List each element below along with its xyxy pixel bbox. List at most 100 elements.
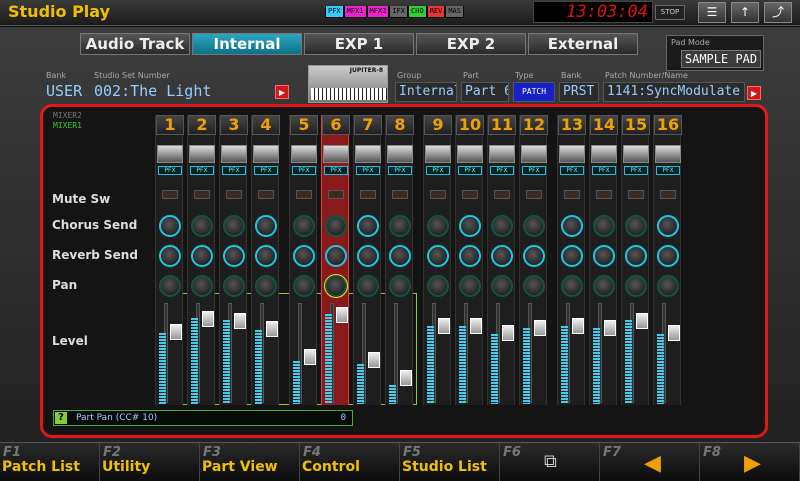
pfx-button[interactable]: PFX xyxy=(426,166,450,175)
chorus-send-knob[interactable] xyxy=(427,215,449,237)
level-fader-knob[interactable] xyxy=(400,370,412,386)
channel-strip-11[interactable]: 11 PFX xyxy=(487,115,516,405)
f4-control-button[interactable]: F4 Control xyxy=(300,442,400,481)
pan-knob[interactable] xyxy=(523,275,545,297)
pfx-button[interactable]: PFX xyxy=(356,166,380,175)
channel-strip-5[interactable]: 5 PFX xyxy=(289,115,318,405)
chorus-send-knob[interactable] xyxy=(657,215,679,237)
chorus-send-knob[interactable] xyxy=(191,215,213,237)
channel-number[interactable]: 1 xyxy=(156,115,184,135)
mute-switch[interactable] xyxy=(628,190,644,199)
patch-thumbnail[interactable] xyxy=(253,145,279,163)
reverb-send-knob[interactable] xyxy=(625,245,647,267)
channel-number[interactable]: 8 xyxy=(386,115,414,135)
channel-strip-10[interactable]: 10 PFX xyxy=(455,115,484,405)
channel-strip-3[interactable]: 3 PFX xyxy=(219,115,248,405)
pfx-button[interactable]: PFX xyxy=(560,166,584,175)
studio-set-value[interactable]: 002:The Light xyxy=(94,81,211,101)
chorus-send-knob[interactable] xyxy=(389,215,411,237)
channel-strip-2[interactable]: 2 PFX xyxy=(187,115,216,405)
pfx-button[interactable]: PFX xyxy=(656,166,680,175)
channel-number[interactable]: 15 xyxy=(622,115,650,135)
pan-knob[interactable] xyxy=(389,275,411,297)
level-fader-knob[interactable] xyxy=(368,352,380,368)
patch-thumbnail[interactable] xyxy=(189,145,215,163)
chorus-send-knob[interactable] xyxy=(459,215,481,237)
channel-strip-13[interactable]: 13 PFX xyxy=(557,115,586,405)
patch-thumbnail[interactable] xyxy=(323,145,349,163)
f7-prev-button[interactable]: F7 ◀ xyxy=(600,442,700,481)
pan-knob[interactable] xyxy=(625,275,647,297)
chorus-send-knob[interactable] xyxy=(223,215,245,237)
channel-strip-4[interactable]: 4 PFX xyxy=(251,115,280,405)
channel-number[interactable]: 5 xyxy=(290,115,318,135)
channel-strip-9[interactable]: 9 PFX xyxy=(423,115,452,405)
channel-strip-12[interactable]: 12 PFX xyxy=(519,115,548,405)
pan-knob[interactable] xyxy=(159,275,181,297)
pad-mode-value[interactable]: SAMPLE PAD xyxy=(681,50,761,68)
export-icon[interactable]: ⤴ xyxy=(764,2,792,23)
reverb-send-knob[interactable] xyxy=(561,245,583,267)
pan-knob[interactable] xyxy=(593,275,615,297)
patch-thumbnail[interactable] xyxy=(157,145,183,163)
level-fader-knob[interactable] xyxy=(534,320,546,336)
pfx-button[interactable]: PFX xyxy=(254,166,278,175)
mixer2-label[interactable]: MIXER2 xyxy=(53,111,82,120)
pfx-button[interactable]: PFX xyxy=(490,166,514,175)
level-fader-knob[interactable] xyxy=(502,325,514,341)
channel-number[interactable]: 10 xyxy=(456,115,484,135)
level-fader-knob[interactable] xyxy=(170,324,182,340)
pfx-button[interactable]: PFX xyxy=(158,166,182,175)
mute-switch[interactable] xyxy=(162,190,178,199)
f3-part-view-button[interactable]: F3 Part View xyxy=(200,442,300,481)
pan-knob[interactable] xyxy=(293,275,315,297)
group-value[interactable]: Internal xyxy=(395,82,457,102)
pan-knob[interactable] xyxy=(427,275,449,297)
patch-value[interactable]: 1141:SyncModulate 3 xyxy=(603,82,745,102)
patch-thumbnail[interactable] xyxy=(623,145,649,163)
part-value[interactable]: Part 6 xyxy=(461,82,509,102)
reverb-send-knob[interactable] xyxy=(427,245,449,267)
mute-switch[interactable] xyxy=(328,190,344,199)
reverb-send-knob[interactable] xyxy=(325,245,347,267)
chorus-send-knob[interactable] xyxy=(593,215,615,237)
pfx-button[interactable]: PFX xyxy=(292,166,316,175)
chorus-send-knob[interactable] xyxy=(255,215,277,237)
level-fader-knob[interactable] xyxy=(668,325,680,341)
channel-number[interactable]: 14 xyxy=(590,115,618,135)
type-value[interactable]: PATCH xyxy=(513,82,555,102)
channel-number[interactable]: 12 xyxy=(520,115,548,135)
up-arrow-icon[interactable]: ↑ xyxy=(731,2,759,23)
pfx-button[interactable]: PFX xyxy=(624,166,648,175)
level-fader-knob[interactable] xyxy=(304,349,316,365)
tab-exp2[interactable]: EXP 2 xyxy=(416,33,526,55)
patch-thumbnail[interactable] xyxy=(591,145,617,163)
menu-icon[interactable]: ☰ xyxy=(698,2,726,23)
reverb-send-knob[interactable] xyxy=(389,245,411,267)
mute-switch[interactable] xyxy=(494,190,510,199)
chorus-send-knob[interactable] xyxy=(491,215,513,237)
pfx-button[interactable]: PFX xyxy=(190,166,214,175)
mute-switch[interactable] xyxy=(360,190,376,199)
patch-thumbnail[interactable] xyxy=(291,145,317,163)
channel-number[interactable]: 4 xyxy=(252,115,280,135)
channel-strip-14[interactable]: 14 PFX xyxy=(589,115,618,405)
pan-knob[interactable] xyxy=(191,275,213,297)
channel-strip-7[interactable]: 7 PFX xyxy=(353,115,382,405)
channel-strip-1[interactable]: 1 PFX xyxy=(155,115,184,405)
channel-strip-16[interactable]: 16 PFX xyxy=(653,115,682,405)
pfx-button[interactable]: PFX xyxy=(592,166,616,175)
reverb-send-knob[interactable] xyxy=(159,245,181,267)
pan-knob[interactable] xyxy=(255,275,277,297)
pfx-button[interactable]: PFX xyxy=(324,166,348,175)
chorus-send-knob[interactable] xyxy=(561,215,583,237)
mute-switch[interactable] xyxy=(526,190,542,199)
patch-thumbnail[interactable] xyxy=(221,145,247,163)
patch-thumbnail[interactable] xyxy=(387,145,413,163)
mute-switch[interactable] xyxy=(392,190,408,199)
pan-knob[interactable] xyxy=(657,275,679,297)
level-fader-knob[interactable] xyxy=(202,311,214,327)
chorus-send-knob[interactable] xyxy=(625,215,647,237)
patch-arrow-icon[interactable]: ▶ xyxy=(747,86,761,100)
channel-number[interactable]: 6 xyxy=(322,115,350,135)
